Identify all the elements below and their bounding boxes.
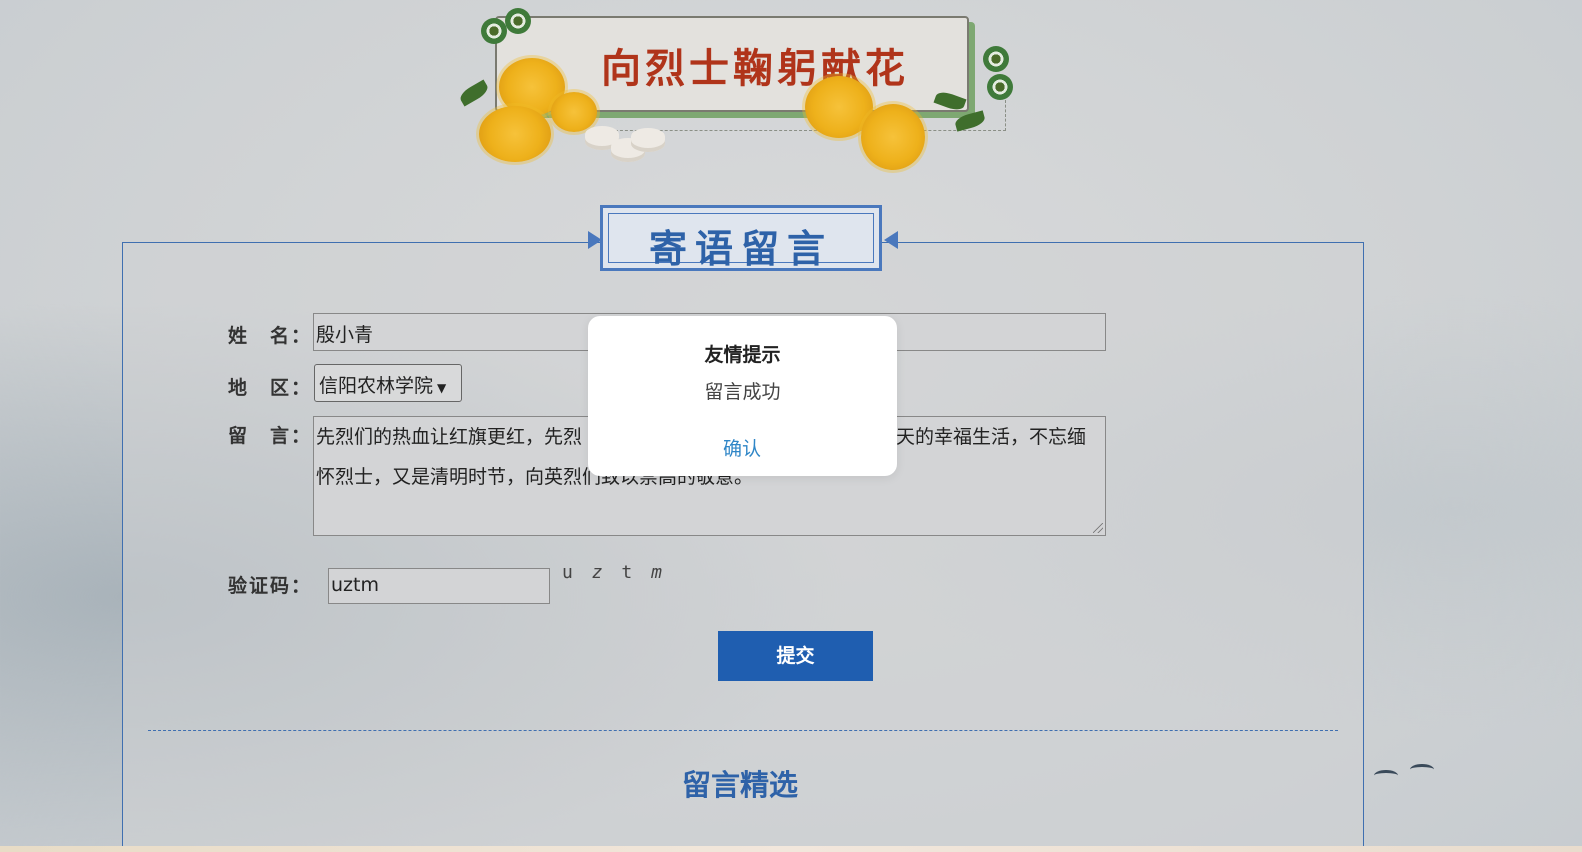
confirm-button[interactable]: 确认 bbox=[692, 434, 792, 461]
section-title-box: 寄语留言 bbox=[600, 205, 882, 271]
divider bbox=[148, 730, 1338, 731]
chrysanthemum-icon bbox=[551, 92, 597, 132]
selected-messages-title: 留言精选 bbox=[681, 768, 798, 802]
bottom-strip bbox=[0, 846, 1582, 852]
captcha-input-value: uztm bbox=[331, 574, 379, 596]
section-title: 寄语留言 bbox=[648, 226, 833, 271]
dialog-message: 留言成功 bbox=[704, 381, 781, 403]
message-text-line1: 先烈们的热血让红旗更红，先烈 bbox=[316, 426, 583, 448]
region-label: 地 区： bbox=[228, 377, 313, 399]
dialog-title: 友情提示 bbox=[704, 344, 781, 366]
captcha-char: z bbox=[591, 562, 607, 583]
captcha-char: m bbox=[651, 562, 666, 583]
banner-title: 向烈士鞠躬献花 bbox=[601, 45, 909, 92]
resize-handle-icon[interactable] bbox=[1093, 523, 1103, 533]
name-input-value: 殷小青 bbox=[316, 324, 374, 346]
captcha-image[interactable]: u z t m bbox=[562, 562, 666, 583]
message-text-line1-tail: 天的幸福生活，不忘缅 bbox=[896, 426, 1087, 448]
daisy-flower-icon bbox=[983, 46, 1009, 72]
submit-button[interactable]: 提交 bbox=[718, 631, 873, 681]
name-label: 姓 名： bbox=[228, 325, 313, 347]
captcha-input[interactable]: uztm bbox=[328, 568, 550, 604]
region-select-value: 信阳农林学院 bbox=[319, 375, 434, 397]
candle-icon bbox=[631, 128, 665, 152]
section-header: 寄语留言 bbox=[588, 205, 898, 275]
bird-icon bbox=[1374, 770, 1398, 781]
captcha-char: u bbox=[562, 562, 577, 583]
captcha-label: 验证码： bbox=[228, 575, 313, 597]
daisy-flower-icon bbox=[505, 8, 531, 34]
captcha-char: t bbox=[621, 562, 637, 583]
chrysanthemum-icon bbox=[479, 106, 551, 162]
bird-icon bbox=[1410, 764, 1434, 775]
daisy-flower-icon bbox=[481, 18, 507, 44]
region-select[interactable]: 信阳农林学院 ▼ bbox=[314, 364, 462, 402]
chrysanthemum-icon bbox=[861, 104, 925, 170]
message-label: 留 言： bbox=[228, 425, 313, 447]
alert-dialog: 友情提示 留言成功 确认 bbox=[588, 316, 897, 476]
leaf-icon bbox=[457, 79, 491, 107]
daisy-flower-icon bbox=[987, 74, 1013, 100]
arrow-right-icon bbox=[884, 231, 898, 249]
chevron-down-icon: ▼ bbox=[437, 381, 447, 395]
banner: 向烈士鞠躬献花 bbox=[455, 8, 1025, 178]
